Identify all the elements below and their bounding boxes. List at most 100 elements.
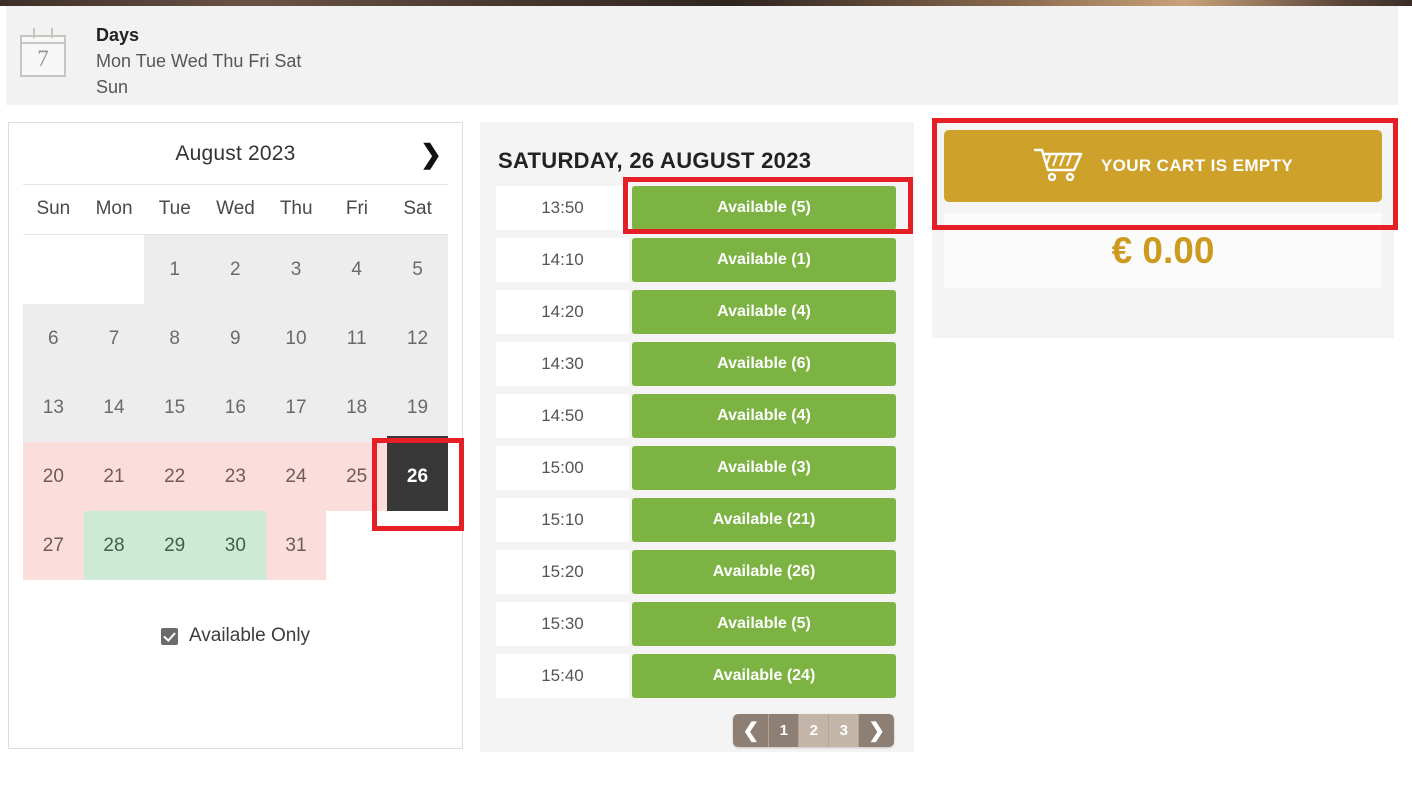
- calendar-day-18: 18: [326, 373, 387, 442]
- available-only-checkbox[interactable]: [160, 627, 178, 645]
- calendar-day-23: 23: [205, 442, 266, 511]
- calendar-day-14: 14: [83, 373, 145, 442]
- calendar-day-selected[interactable]: 26: [387, 435, 448, 518]
- calendar-day-27: 27: [23, 511, 84, 580]
- time-slot-row: 15:30 Available (5): [496, 602, 896, 646]
- cart-total-amount: € 0.00: [944, 213, 1382, 288]
- slot-availability-button[interactable]: Available (5): [632, 602, 896, 646]
- time-slot-row: 14:30 Available (6): [496, 342, 896, 386]
- slot-time-label: 15:00: [496, 446, 629, 490]
- calendar-day-20: 20: [23, 442, 84, 511]
- header-days-line-1: Mon Tue Wed Thu Fri Sat: [96, 51, 302, 71]
- time-slot-row: 13:50 Available (5): [496, 186, 896, 230]
- calendar-day-26[interactable]: 26: [387, 435, 448, 518]
- calendar-weekday-fri: Fri: [345, 198, 368, 219]
- calendar-icon-number: 7: [37, 46, 49, 71]
- calendar-day-25: 25: [326, 442, 387, 511]
- calendar-weekday-header: Sun Mon Tue Wed Thu Fri Sat: [23, 185, 448, 235]
- calendar-icon: 7: [18, 26, 68, 78]
- slot-availability-button[interactable]: Available (5): [632, 186, 896, 230]
- calendar-day-17: 17: [265, 373, 327, 442]
- calendar-day-12: 12: [387, 304, 448, 373]
- calendar-header: August 2023 ❯: [23, 123, 448, 185]
- calendar-day-13: 13: [23, 373, 84, 442]
- slot-time-label: 15:20: [496, 550, 629, 594]
- header-days-line-2: Sun: [96, 77, 129, 97]
- calendar-weekday-sat: Sat: [403, 198, 432, 219]
- calendar-day-3: 3: [265, 235, 327, 304]
- time-slot-list: 13:50 Available (5) 14:10 Available (1) 14:2…: [496, 186, 896, 698]
- slot-time-label: 15:40: [496, 654, 629, 698]
- calendar-day-grid: 1 2 3 4 5 6 7 8 9 10 11 12 13 14 15 16 17 18 19 20 21 22 23 24 2…: [23, 235, 448, 580]
- calendar-day-8: 8: [144, 304, 205, 373]
- chevron-right-icon[interactable]: ❯: [416, 139, 446, 169]
- calendar-day-5: 5: [387, 235, 448, 304]
- days-header-banner: 7 Days Mon Tue Wed Thu Fri Sat Sun: [6, 6, 1398, 105]
- calendar-panel: August 2023 ❯ Sun Mon Tue Wed Thu Fri Sat 1234…: [8, 122, 463, 749]
- page-title: Days: [96, 25, 140, 45]
- calendar-day-31: 31: [265, 511, 327, 580]
- calendar-weekday-tue: Tue: [158, 198, 191, 219]
- pagination-page-2[interactable]: 2: [799, 714, 830, 747]
- calendar-day-30[interactable]: 30: [205, 511, 266, 580]
- time-slot-row: 14:50 Available (4): [496, 394, 896, 438]
- calendar-day-11: 11: [326, 304, 387, 373]
- calendar-weekday-thu: Thu: [279, 198, 313, 219]
- time-slot-row: 15:20 Available (26): [496, 550, 896, 594]
- time-slot-row: 14:10 Available (1): [496, 238, 896, 282]
- calendar-day-empty: [326, 511, 387, 580]
- calendar-day-16: 16: [205, 373, 266, 442]
- slot-availability-button[interactable]: Available (6): [632, 342, 896, 386]
- calendar-day-28[interactable]: 28: [83, 511, 145, 580]
- calendar-day-1: 1: [144, 235, 205, 304]
- slot-time-label: 15:10: [496, 498, 629, 542]
- shopping-cart-icon: [1033, 147, 1085, 186]
- header-text-block: Days Mon Tue Wed Thu Fri Sat Sun: [96, 20, 301, 100]
- slot-availability-button[interactable]: Available (26): [632, 550, 896, 594]
- calendar-month-label: August 2023: [175, 141, 296, 165]
- slot-availability-button[interactable]: Available (1): [632, 238, 896, 282]
- calendar-day-6: 6: [23, 304, 84, 373]
- calendar-day-4: 4: [326, 235, 387, 304]
- calendar-day-24: 24: [265, 442, 327, 511]
- slot-time-label: 13:50: [496, 186, 629, 230]
- calendar-day-9: 9: [205, 304, 266, 373]
- calendar-day-22: 22: [144, 442, 205, 511]
- time-slot-row: 14:20 Available (4): [496, 290, 896, 334]
- pagination-page-1[interactable]: 1: [769, 714, 800, 747]
- cart-button[interactable]: YOUR CART IS EMPTY: [944, 130, 1382, 202]
- calendar-day-2: 2: [205, 235, 266, 304]
- calendar-day-21: 21: [83, 442, 145, 511]
- slot-availability-button[interactable]: Available (21): [632, 498, 896, 542]
- slot-availability-button[interactable]: Available (4): [632, 290, 896, 334]
- available-only-label: Available Only: [188, 625, 311, 646]
- calendar-day-7: 7: [83, 304, 145, 373]
- selected-date-title: SATURDAY, 26 AUGUST 2023: [498, 148, 812, 173]
- slot-time-label: 14:10: [496, 238, 629, 282]
- slots-pagination: ❮ 1 2 3 ❯: [496, 714, 896, 747]
- cart-panel: YOUR CART IS EMPTY € 0.00: [932, 118, 1394, 338]
- chevron-right-icon[interactable]: ❯: [859, 714, 894, 747]
- chevron-left-icon[interactable]: ❮: [733, 714, 770, 747]
- slot-availability-button[interactable]: Available (4): [632, 394, 896, 438]
- calendar-day-empty: [23, 235, 84, 304]
- calendar-weekday-wed: Wed: [216, 198, 255, 219]
- calendar-day-10: 10: [265, 304, 327, 373]
- calendar-weekday-sun: Sun: [36, 198, 71, 219]
- slot-time-label: 14:30: [496, 342, 629, 386]
- slot-availability-button[interactable]: Available (3): [632, 446, 896, 490]
- slot-availability-button[interactable]: Available (24): [632, 654, 896, 698]
- cart-button-label: YOUR CART IS EMPTY: [1100, 156, 1294, 175]
- slot-time-label: 14:50: [496, 394, 629, 438]
- time-slots-panel: SATURDAY, 26 AUGUST 2023 13:50 Available …: [480, 122, 914, 752]
- slot-time-label: 14:20: [496, 290, 629, 334]
- calendar-weekday-mon: Mon: [95, 198, 133, 219]
- calendar-day-29[interactable]: 29: [144, 511, 205, 580]
- available-only-filter[interactable]: Available Only: [9, 625, 462, 647]
- slot-time-label: 15:30: [496, 602, 629, 646]
- time-slot-row: 15:10 Available (21): [496, 498, 896, 542]
- calendar-day-15: 15: [144, 373, 205, 442]
- time-slot-row: 15:40 Available (24): [496, 654, 896, 698]
- pagination-page-3[interactable]: 3: [829, 714, 860, 747]
- calendar-day-19: 19: [387, 373, 448, 442]
